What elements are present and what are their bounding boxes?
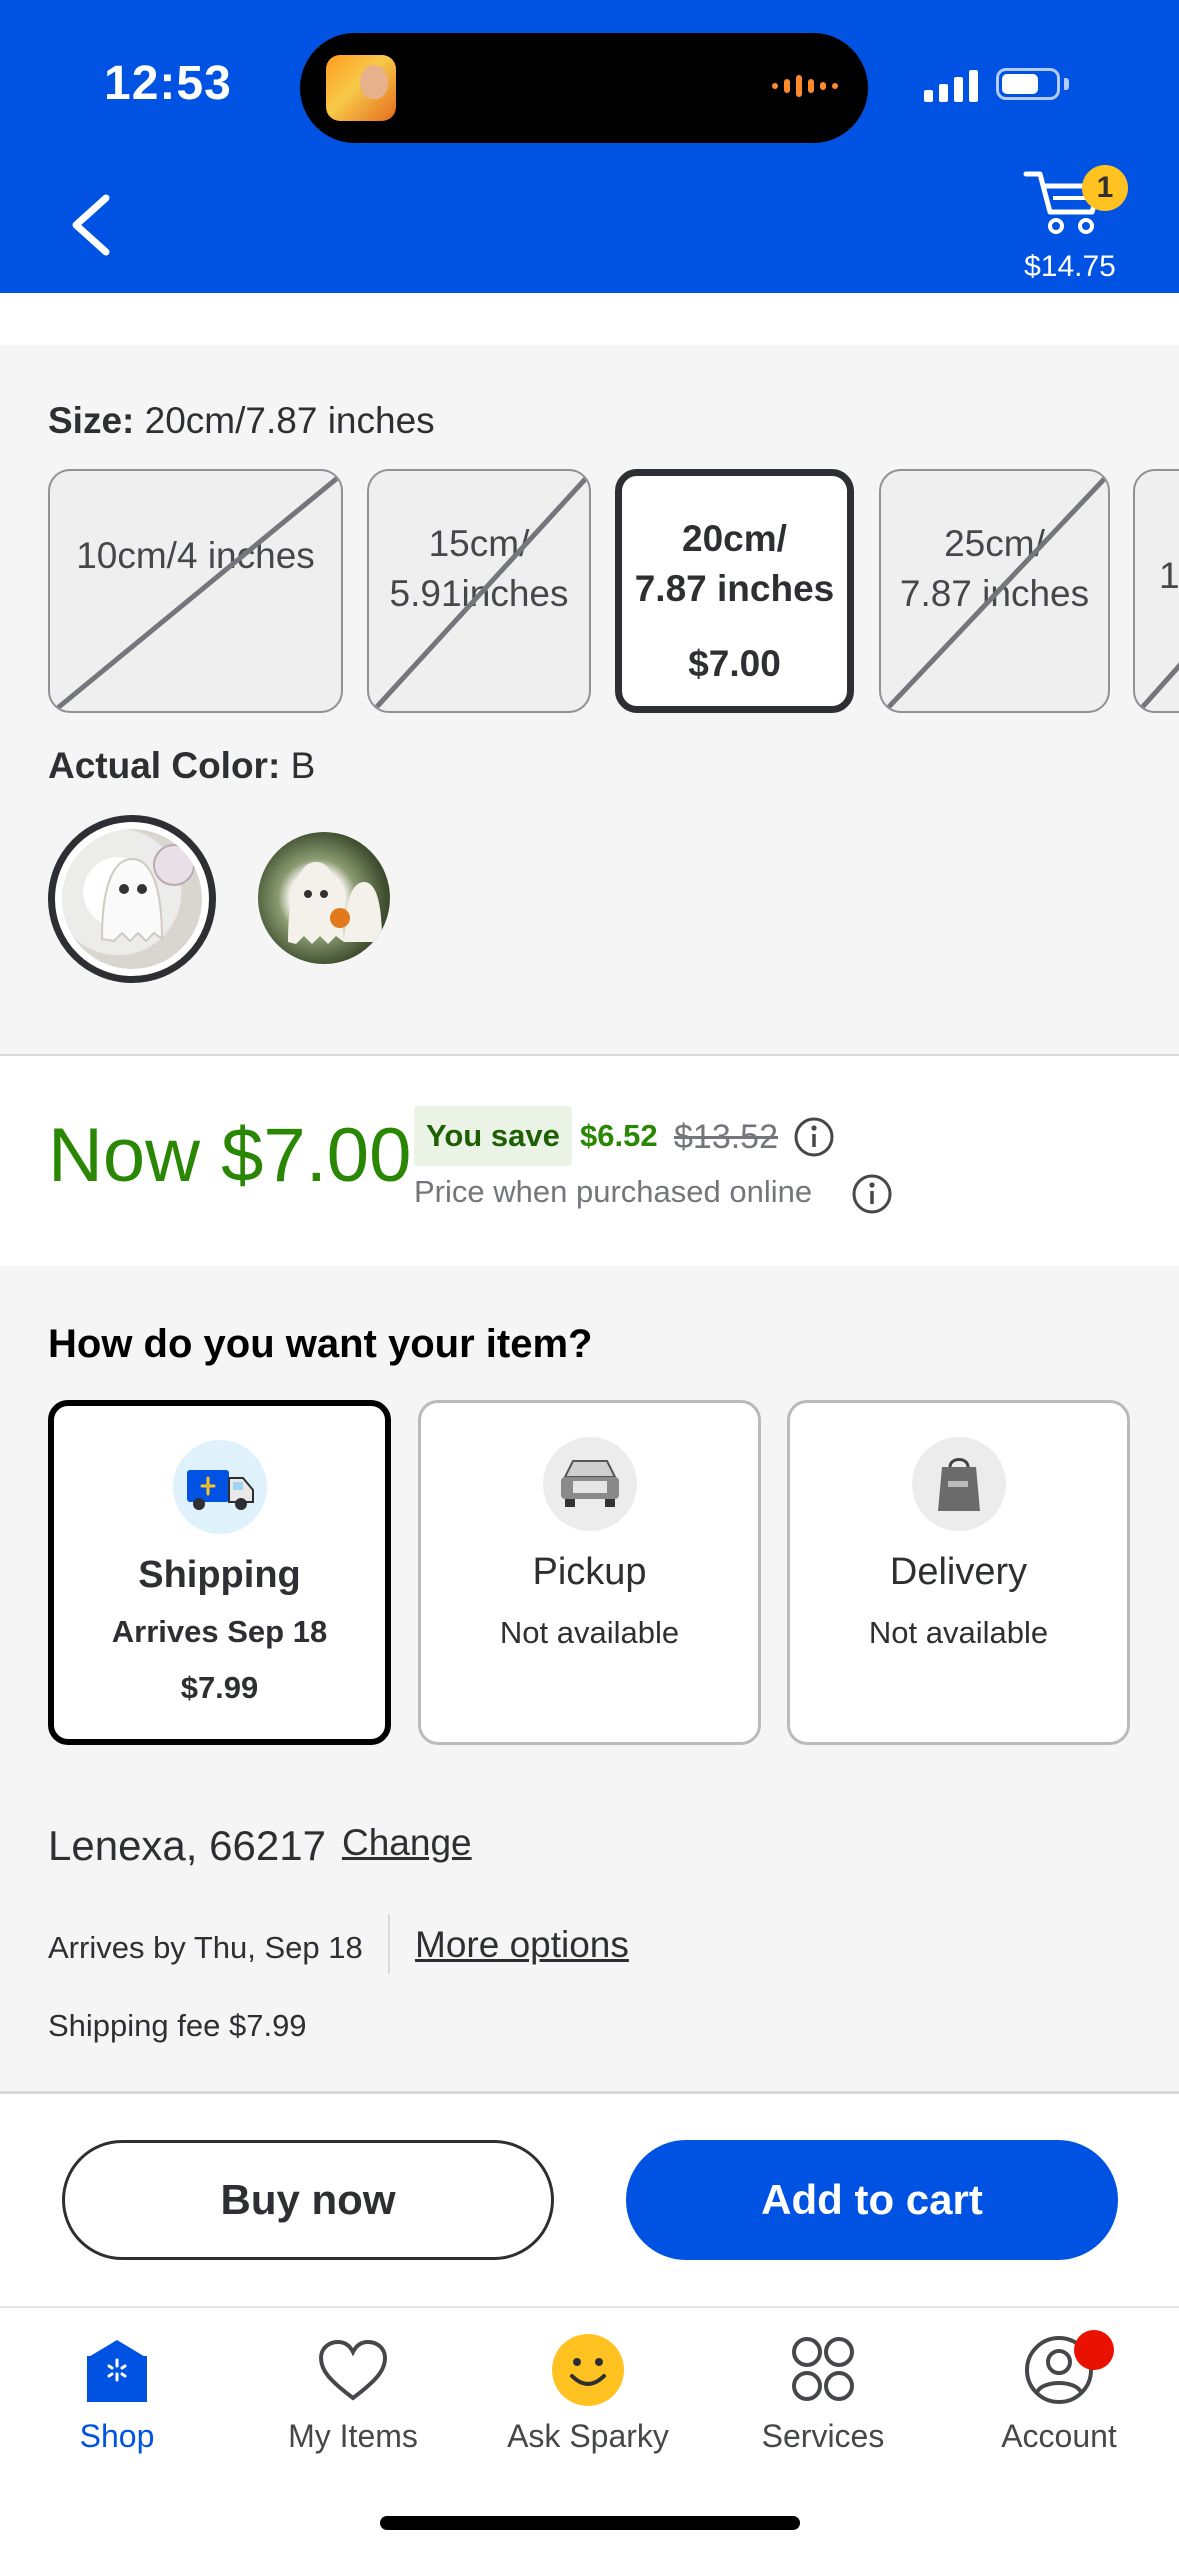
size-option-partial[interactable]: 13 (1133, 469, 1179, 713)
fulfillment-title-pickup: Pickup (532, 1551, 647, 1593)
size-option-10cm[interactable]: 10cm/4 inches (48, 469, 343, 713)
ghost-figure-icon (288, 862, 382, 944)
unavailable-strike (1137, 662, 1179, 711)
unavailable-strike (371, 473, 589, 711)
info-icon[interactable] (792, 1115, 836, 1159)
fulfillment-title: How do you want your item? (48, 1322, 593, 1366)
tab-shop[interactable]: Shop (17, 2330, 217, 2455)
back-button[interactable] (62, 190, 122, 260)
divider (388, 1914, 390, 1974)
size-option-20cm-selected[interactable]: 20cm/ 7.87 inches $7.00 (615, 469, 854, 713)
size-option-text: 7.87 inches (634, 568, 835, 609)
audio-wave-icon (772, 75, 838, 97)
services-grid-icon (783, 2330, 863, 2410)
tab-my-items[interactable]: My Items (253, 2330, 453, 2455)
shipping-fee: Shipping fee $7.99 (48, 2008, 307, 2043)
fulfillment-price: $7.99 (180, 1670, 259, 1705)
unavailable-strike (883, 473, 1108, 711)
fulfillment-availability: Not available (499, 1615, 680, 1650)
color-label: Actual Color: B (48, 745, 316, 786)
tab-label: My Items (288, 2418, 418, 2454)
tab-label: Shop (79, 2418, 155, 2454)
now-playing-artwork (326, 55, 396, 121)
info-icon[interactable] (850, 1172, 894, 1216)
fulfillment-availability: Not available (868, 1615, 1049, 1650)
arrival-estimate: Arrives by Thu, Sep 18 (48, 1930, 363, 1965)
cart-total: $14.75 (1024, 250, 1116, 283)
chevron-left-icon (72, 194, 110, 256)
fulfillment-title-shipping: Shipping (138, 1554, 301, 1596)
you-save-badge: You save (414, 1106, 572, 1166)
size-label: Size: 20cm/7.87 inches (48, 400, 435, 441)
dynamic-island (300, 33, 868, 143)
battery-icon (996, 68, 1060, 100)
fulfillment-option-pickup[interactable]: Pickup Not available (418, 1400, 761, 1745)
fulfillment-option-delivery[interactable]: Delivery Not available (787, 1400, 1130, 1745)
fulfillment-arrival: Arrives Sep 18 (111, 1614, 328, 1649)
shop-icon (77, 2330, 157, 2410)
truck-icon (172, 1440, 267, 1534)
was-price: $13.52 (674, 1118, 778, 1156)
size-option-15cm[interactable]: 15cm/ 5.91inches (367, 469, 591, 713)
current-price: Now $7.00 (48, 1113, 412, 1198)
color-swatch-b-image (62, 829, 202, 969)
fulfillment-title-delivery: Delivery (889, 1551, 1028, 1593)
home-indicator (380, 2516, 800, 2530)
cart-count-badge: 1 (1082, 165, 1128, 211)
delivery-location: Lenexa, 66217 (48, 1822, 326, 1869)
color-swatch-a[interactable] (258, 832, 390, 964)
cellular-signal-icon (924, 70, 978, 102)
tab-label: Ask Sparky (507, 2418, 669, 2454)
save-amount: $6.52 (580, 1118, 658, 1153)
tab-label: Account (1001, 2418, 1117, 2454)
fulfillment-option-shipping[interactable]: Shipping Arrives Sep 18 $7.99 (48, 1400, 391, 1745)
more-options-link[interactable]: More options (415, 1924, 629, 1966)
change-location-link[interactable]: Change (342, 1822, 472, 1864)
header-spacer (0, 293, 1179, 345)
ghost-figure-icon (100, 844, 195, 943)
tab-ask-sparky[interactable]: Ask Sparky (488, 2330, 688, 2455)
sparky-smile-icon (548, 2330, 628, 2410)
size-option-text: 20cm/ (682, 518, 787, 559)
price-note: Price when purchased online (414, 1174, 813, 1209)
app-header: 12:53 1 $14.75 (0, 0, 1179, 293)
status-time: 12:53 (104, 57, 232, 110)
color-value: B (290, 745, 316, 786)
size-option-25cm[interactable]: 25cm/ 7.87 inches (879, 469, 1110, 713)
add-to-cart-button[interactable]: Add to cart (626, 2140, 1118, 2260)
shopping-bag-icon (911, 1437, 1006, 1531)
notification-dot (1074, 2330, 1114, 2370)
tab-account[interactable]: Account (959, 2330, 1159, 2455)
heart-icon (313, 2330, 393, 2410)
buy-now-button[interactable]: Buy now (62, 2140, 554, 2260)
unavailable-strike (52, 473, 341, 711)
tab-services[interactable]: Services (723, 2330, 923, 2455)
tab-label: Services (761, 2418, 885, 2454)
size-option-price: $7.00 (688, 643, 781, 684)
car-trunk-icon (542, 1437, 637, 1531)
battery-nub (1064, 78, 1069, 90)
size-value: 20cm/7.87 inches (144, 400, 435, 441)
